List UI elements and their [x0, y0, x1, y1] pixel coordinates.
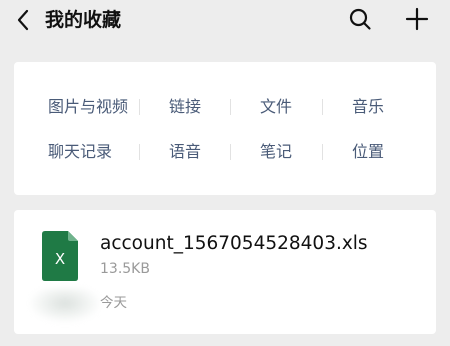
category-images-videos[interactable]: 图片与视频 — [48, 92, 128, 122]
category-music[interactable]: 音乐 — [352, 92, 384, 122]
category-files[interactable]: 文件 — [260, 92, 292, 122]
divider — [139, 99, 140, 115]
favorite-item-card[interactable]: X account_1567054528403.xls 13.5KB 今天 — [14, 210, 436, 334]
category-panel: 图片与视频 链接 文件 音乐 聊天记录 语音 笔记 位置 — [14, 62, 436, 195]
category-row: 图片与视频 链接 文件 音乐 — [14, 92, 436, 122]
category-links[interactable]: 链接 — [169, 92, 201, 122]
chevron-left-icon — [17, 9, 29, 31]
favorite-date: 今天 — [100, 295, 127, 311]
category-voice[interactable]: 语音 — [169, 137, 201, 167]
file-size: 13.5KB — [100, 261, 150, 277]
add-button[interactable] — [402, 5, 432, 33]
divider — [139, 144, 140, 160]
category-chat-history[interactable]: 聊天记录 — [48, 137, 112, 167]
blurred-source-avatar — [30, 288, 100, 322]
file-name: account_1567054528403.xls — [100, 233, 368, 254]
back-button[interactable] — [10, 6, 36, 34]
category-notes[interactable]: 笔记 — [260, 137, 292, 167]
search-icon — [349, 8, 371, 30]
divider — [230, 144, 231, 160]
top-bar: 我的收藏 — [0, 0, 450, 40]
excel-file-icon: X — [42, 231, 78, 281]
search-button[interactable] — [346, 5, 374, 33]
page-title: 我的收藏 — [45, 9, 122, 31]
excel-file-letter: X — [55, 250, 65, 268]
divider — [322, 144, 323, 160]
category-location[interactable]: 位置 — [352, 137, 384, 167]
plus-icon — [405, 7, 429, 31]
category-row: 聊天记录 语音 笔记 位置 — [14, 137, 436, 167]
divider — [322, 99, 323, 115]
divider — [230, 99, 231, 115]
